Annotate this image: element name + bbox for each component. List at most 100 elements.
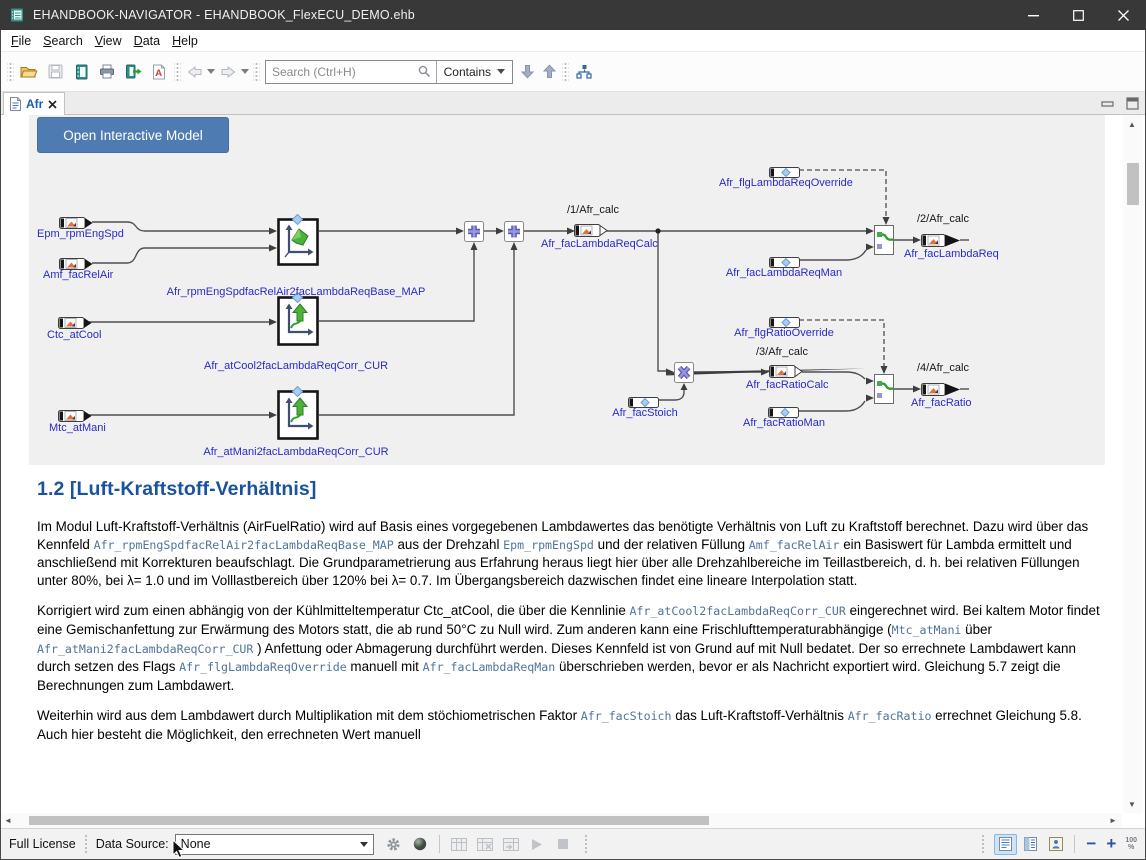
- label-man-lambda[interactable]: Afr_facLambdaReqMan: [719, 267, 849, 279]
- person-view-icon: [1049, 837, 1063, 851]
- open-book-button[interactable]: [68, 59, 94, 85]
- search-input[interactable]: [266, 65, 413, 79]
- label-cur1[interactable]: Afr_atCool2facLambdaReqCorr_CUR: [156, 360, 436, 372]
- label-flg-ratio[interactable]: Afr_flgRatioOverride: [719, 327, 849, 339]
- add-block[interactable]: [504, 221, 524, 247]
- back-history-dropdown[interactable]: [205, 59, 217, 85]
- forward-button[interactable]: [217, 59, 239, 85]
- tab-afr[interactable]: Afr: [3, 92, 65, 115]
- single-page-view-button[interactable]: [994, 834, 1017, 855]
- vertical-scrollbar[interactable]: ▲ ▼: [1123, 115, 1143, 813]
- open-interactive-model-button[interactable]: Open Interactive Model: [37, 117, 229, 153]
- calibration-grid-button[interactable]: [447, 833, 471, 855]
- code-reference: Afr_facStoich: [581, 709, 672, 723]
- horizontal-scrollbar[interactable]: ◄ ►: [1, 813, 1122, 828]
- next-result-button[interactable]: [516, 59, 538, 85]
- zoom-out-button[interactable]: −: [1081, 834, 1101, 854]
- open-folder-icon: [20, 64, 38, 79]
- search-mode-dropdown[interactable]: Contains: [437, 61, 512, 83]
- label-mtc[interactable]: Mtc_atMani: [49, 422, 106, 434]
- label-out-ratio[interactable]: Afr_facRatio: [911, 397, 972, 409]
- page-view-icon: [999, 837, 1012, 851]
- previous-result-button[interactable]: [538, 59, 560, 85]
- print-button[interactable]: [94, 59, 120, 85]
- separator: [439, 835, 440, 853]
- label-out-lambda[interactable]: Afr_facLambdaReq: [904, 248, 999, 260]
- app-logo-icon: [9, 7, 25, 23]
- calibration-transfer-button[interactable]: [499, 833, 523, 855]
- label-ratio-calc[interactable]: Afr_facRatioCalc: [746, 379, 829, 391]
- label-man-ratio[interactable]: Afr_facRatioMan: [719, 417, 849, 429]
- toolbar-grip: [562, 61, 569, 83]
- forward-history-dropdown[interactable]: [239, 59, 251, 85]
- code-reference: Afr_rpmEngSpdfacRelAir2facLambdaReqBase_…: [94, 538, 394, 552]
- add-block[interactable]: [464, 221, 484, 247]
- app-window: EHANDBOOK-NAVIGATOR - EHANDBOOK_FlexECU_…: [0, 0, 1146, 860]
- open-file-button[interactable]: [16, 59, 42, 85]
- label-lambda-calc[interactable]: Afr_facLambdaReqCalc: [541, 238, 658, 250]
- minimize-pane-icon[interactable]: [1101, 101, 1114, 107]
- scroll-left-arrow[interactable]: ◄: [4, 816, 12, 825]
- toolbar-grip: [174, 61, 181, 83]
- maximize-button[interactable]: [1056, 0, 1101, 30]
- data-source-value: None: [181, 837, 360, 851]
- data-sphere-button[interactable]: [408, 833, 432, 855]
- document-icon: [10, 97, 21, 111]
- switch-block-lambda[interactable]: [874, 225, 894, 260]
- scroll-down-arrow[interactable]: ▼: [1128, 800, 1136, 809]
- tab-label: Afr: [26, 97, 43, 111]
- switch-block-ratio[interactable]: [874, 374, 894, 409]
- start-measurement-button[interactable]: [525, 833, 549, 855]
- zoom-reset-button[interactable]: 100 %: [1125, 837, 1137, 851]
- menu-view[interactable]: View: [89, 31, 128, 51]
- label-cur2[interactable]: Afr_atMani2facLambdaReqCorr_CUR: [156, 446, 436, 458]
- paragraph-1: Im Modul Luft-Kraftstoff-Verhältnis (Air…: [37, 518, 1103, 589]
- code-reference: Afr_facRatio: [848, 709, 932, 723]
- back-button[interactable]: [183, 59, 205, 85]
- zoom-in-button[interactable]: +: [1101, 834, 1121, 854]
- calibration-grid-remove-button[interactable]: [473, 833, 497, 855]
- label-epm[interactable]: Epm_rpmEngSpd: [37, 228, 124, 240]
- matrix-x-icon: [477, 838, 493, 851]
- paragraph-2: Korrigiert wird zum einen abhängig von d…: [37, 602, 1103, 694]
- settings-button[interactable]: [382, 833, 406, 855]
- stop-icon: [557, 838, 569, 850]
- multiply-block[interactable]: [674, 362, 694, 388]
- pdf-export-button[interactable]: A: [146, 59, 172, 85]
- horizontal-scroll-thumb[interactable]: [29, 816, 709, 825]
- restore-pane-icon[interactable]: [1126, 97, 1139, 110]
- label-stoich[interactable]: Afr_facStoich: [597, 407, 693, 419]
- menu-search[interactable]: Search: [37, 31, 89, 51]
- vertical-scroll-thumb[interactable]: [1127, 163, 1139, 205]
- data-source-select[interactable]: None: [175, 834, 374, 855]
- save-button[interactable]: [42, 59, 68, 85]
- tab-close-icon[interactable]: [48, 100, 57, 109]
- close-button[interactable]: [1101, 0, 1146, 30]
- scroll-right-arrow[interactable]: ►: [1109, 816, 1117, 825]
- paragraph-3: Weiterhin wird aus dem Lambdawert durch …: [37, 707, 1103, 743]
- port-label-3: /3/Afr_calc: [756, 346, 808, 358]
- sphere-icon: [412, 836, 428, 852]
- split-view-button[interactable]: [1019, 834, 1042, 855]
- menu-data[interactable]: Data: [128, 31, 166, 51]
- menu-help[interactable]: Help: [166, 31, 204, 51]
- stop-measurement-button[interactable]: [551, 833, 575, 855]
- reader-view-button[interactable]: [1044, 834, 1067, 855]
- mouse-cursor: [172, 840, 186, 860]
- minimize-button[interactable]: [1011, 0, 1056, 30]
- label-flg-lambda[interactable]: Afr_flgLambdaReqOverride: [719, 177, 849, 189]
- code-reference: Afr_flgLambdaReqOverride: [179, 660, 347, 674]
- scroll-up-arrow[interactable]: ▲: [1128, 120, 1136, 129]
- matrix-icon: [451, 838, 467, 851]
- sync-structure-button[interactable]: [571, 59, 597, 85]
- label-ctc[interactable]: Ctc_atCool: [47, 329, 101, 341]
- toolbar-grip: [7, 61, 14, 83]
- menu-file[interactable]: File: [5, 31, 37, 51]
- toolbar-grip: [253, 61, 260, 83]
- section-heading: 1.2 [Luft-Kraftstoff-Verhältnis]: [37, 478, 1103, 501]
- label-amf[interactable]: Amf_facRelAir: [43, 269, 113, 281]
- code-reference: Amf_facRelAir: [749, 538, 840, 552]
- export-button[interactable]: [120, 59, 146, 85]
- label-map[interactable]: Afr_rpmEngSpdfacRelAir2facLambdaReqBase_…: [156, 286, 436, 298]
- split-view-icon: [1024, 837, 1037, 851]
